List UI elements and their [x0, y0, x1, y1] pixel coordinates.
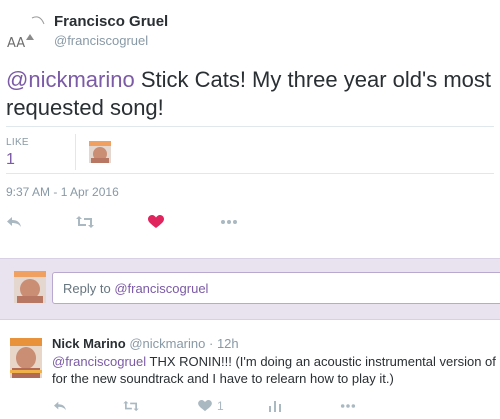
reply-button[interactable] [6, 212, 22, 232]
analytics-icon [269, 401, 281, 412]
tweet-actions [0, 206, 500, 236]
reply-analytics-button[interactable] [269, 398, 281, 414]
liker-avatar[interactable] [89, 141, 111, 163]
reply-like-count: 1 [217, 399, 224, 413]
reply-text-line: @franciscogruel THX RONIN!!! (I'm doing … [52, 353, 500, 370]
reply-author-avatar[interactable] [10, 338, 42, 378]
retweet-icon [123, 400, 139, 412]
divider [6, 173, 494, 174]
reply-author-handle[interactable]: @nickmarino [129, 336, 205, 351]
reply-mention-link[interactable]: @franciscogruel [52, 354, 146, 369]
reply-author-name[interactable]: Nick Marino [52, 336, 126, 351]
svg-text:AA: AA [7, 36, 25, 51]
tweet-timestamp[interactable]: 9:37 AM - 1 Apr 2016 [6, 185, 119, 199]
reply-body-line1: THX RONIN!!! (I'm doing an acoustic inst… [146, 354, 500, 369]
reply-text: @franciscogruel THX RONIN!!! (I'm doing … [52, 353, 500, 387]
like-button[interactable] [148, 212, 164, 232]
heart-icon [148, 215, 164, 228]
reply-body-line2: for the new soundtrack and I have to rel… [52, 371, 394, 386]
reply-header: Nick Marino @nickmarino · 12h [52, 336, 239, 351]
more-dots-icon [221, 220, 237, 224]
main-tweet: AA Francisco Gruel @franciscogruel @nick… [0, 0, 500, 258]
author-handle[interactable]: @franciscogruel [54, 33, 148, 48]
reply-time[interactable]: 12h [217, 336, 239, 351]
reply-arrow-icon [7, 217, 21, 227]
reply-compose-section: Reply to @franciscogruel [0, 258, 500, 320]
reply-separator: · [205, 336, 217, 351]
likes-stat[interactable]: LIKE 1 [6, 137, 76, 173]
author-name[interactable]: Francisco Gruel [54, 13, 168, 30]
retweet-button[interactable] [76, 212, 94, 232]
reply-input[interactable]: Reply to @franciscogruel [52, 272, 500, 304]
reply-arrow-icon [54, 401, 66, 411]
retweet-icon [76, 216, 94, 228]
reply-actions: 1 [0, 394, 500, 416]
likes-label: LIKE [6, 137, 29, 148]
more-button[interactable] [220, 212, 238, 232]
tweet-text: @nickmarino Stick Cats! My three year ol… [6, 66, 494, 122]
more-dots-icon [340, 404, 356, 408]
likes-count[interactable]: 1 [6, 151, 76, 169]
divider [6, 126, 494, 127]
heart-icon [198, 400, 212, 412]
reply-reply-button[interactable] [53, 398, 67, 414]
reply-more-button[interactable] [340, 398, 356, 414]
reply-placeholder-prefix: Reply to [63, 281, 115, 296]
tweet-mention-link[interactable]: @nickmarino [6, 67, 135, 92]
reply-placeholder-mention: @franciscogruel [114, 281, 209, 296]
current-user-avatar [14, 271, 46, 303]
reply-retweet-button[interactable] [123, 398, 139, 414]
author-avatar[interactable]: AA [6, 14, 46, 54]
reply-tweet[interactable]: Nick Marino @nickmarino · 12h @francisco… [0, 320, 500, 419]
reply-like-button[interactable]: 1 [198, 398, 224, 414]
divider [75, 134, 76, 170]
